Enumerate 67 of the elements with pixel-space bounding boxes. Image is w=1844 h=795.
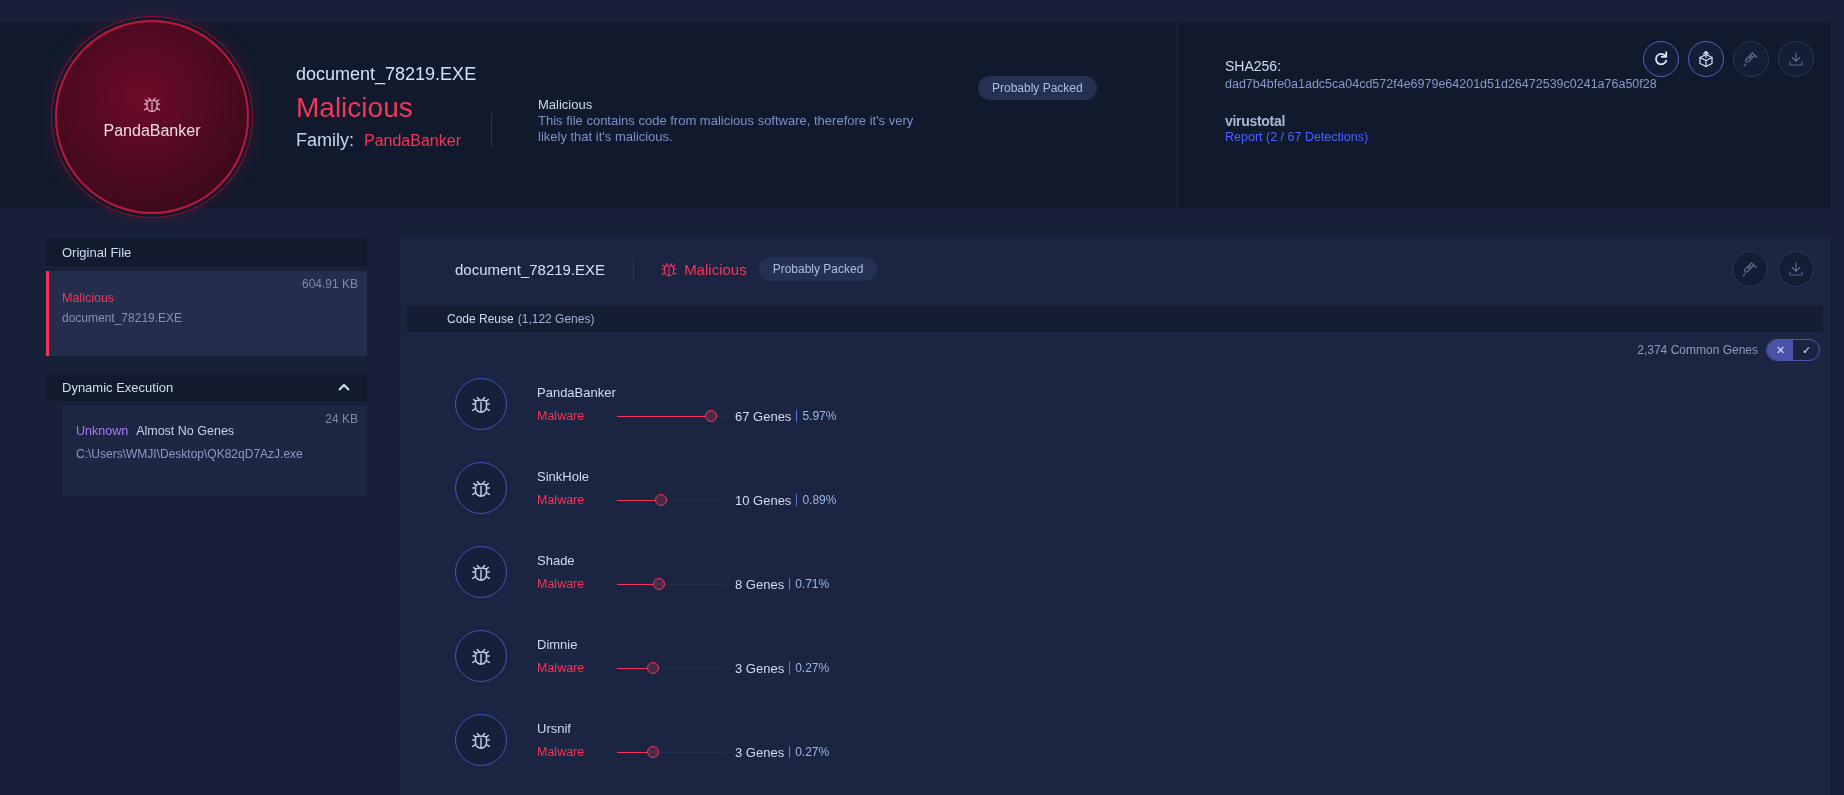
chevron-icon	[337, 382, 351, 392]
execution-card[interactable]: 24 KB Unknown Almost No Genes C:\Users\WMJI\Desktop\QK82qD7AzJ.exe	[62, 406, 367, 496]
family-type: Malware	[537, 661, 586, 675]
file-card[interactable]: 604.91 KB Malicious document_78219.EXE	[46, 271, 367, 356]
upload-icon	[1697, 50, 1715, 68]
bug-icon	[660, 260, 679, 278]
gene-count: 8 Genes	[735, 576, 785, 592]
gene-count: 3 Genes	[735, 660, 785, 676]
gene-count: 10 Genes	[735, 492, 792, 508]
box-upload-button[interactable]	[1688, 41, 1724, 77]
family-type: Malware	[537, 745, 586, 759]
gene-count: 67 Genes	[735, 408, 792, 424]
execution-note: Almost No Genes	[136, 424, 235, 438]
slider-thumb[interactable]	[653, 578, 665, 590]
execution-verdict: Unknown	[76, 424, 129, 438]
family-name: Ursnif	[537, 720, 572, 736]
gene-count: (1,122 Genes)	[517, 312, 595, 326]
family-name: PandaBanker	[537, 384, 617, 400]
family-badge-label: PandaBanker	[103, 122, 201, 140]
family-type: Malware	[537, 409, 586, 423]
report-link[interactable]: Report (2 / 67 Detections)	[1225, 130, 1657, 144]
file-name: document_78219.EXE	[455, 260, 606, 278]
download-icon	[1787, 260, 1805, 278]
description-text: This file contains code from malicious software, therefore it's very likely that it's malicious.	[538, 113, 915, 145]
file-verdict: Malicious	[62, 291, 116, 305]
family-name: SinkHole	[537, 468, 591, 484]
packed-badge: Probably Packed	[978, 76, 1097, 100]
file-size: 24 KB	[325, 412, 358, 426]
slider-thumb[interactable]	[705, 410, 717, 422]
virustotal-label: virustotal	[1225, 113, 1286, 129]
gene-count: 3 Genes	[735, 744, 785, 760]
packed-badge: Probably Packed	[758, 257, 878, 281]
gene-percent: 5.97%	[802, 409, 837, 423]
file-size: 604.91 KB	[301, 277, 358, 291]
download-icon	[1787, 50, 1805, 68]
family-label: Family:	[296, 129, 354, 151]
family-type: Malware	[537, 493, 586, 507]
family-name: Shade	[537, 552, 576, 568]
dynamic-execution-toggle[interactable]: Dynamic Execution	[46, 373, 367, 401]
verdict: Malicious	[296, 91, 414, 124]
execution-path: C:\Users\WMJI\Desktop\QK82qD7AzJ.exe	[76, 447, 304, 461]
gene-percent: 0.27%	[795, 661, 830, 675]
bug-icon	[142, 94, 162, 114]
common-genes-label: 2,374 Common Genes	[1637, 343, 1758, 357]
refresh-icon	[1652, 50, 1670, 68]
toggle-option[interactable]: ✓	[1793, 340, 1819, 360]
family-type: Malware	[537, 577, 586, 591]
gene-percent: 0.27%	[795, 745, 830, 759]
slider-thumb[interactable]	[647, 662, 659, 674]
family-name: PandaBanker	[364, 131, 461, 150]
syringe-icon	[1742, 50, 1760, 68]
syringe-icon	[1741, 260, 1759, 278]
section-title: Code Reuse	[447, 312, 514, 326]
slider-thumb[interactable]	[647, 746, 659, 758]
verdict: Malicious	[684, 260, 747, 278]
family-name: Dimnie	[537, 636, 579, 652]
slider-thumb[interactable]	[655, 494, 667, 506]
sha-value: dad7b4bfe0a1adc5ca04cd572f4e6979e64201d51d26472539c0241a76a50f28	[1225, 77, 1657, 91]
file-name: document_78219.EXE	[296, 62, 478, 86]
gene-percent: 0.71%	[795, 577, 830, 591]
section-title: Original File	[62, 244, 132, 260]
sha-label: SHA256:	[1225, 58, 1283, 74]
toggle-option[interactable]: ✕	[1767, 340, 1793, 360]
refresh-button[interactable]	[1643, 41, 1679, 77]
file-name: document_78219.EXE	[62, 311, 184, 325]
gene-percent: 0.89%	[802, 493, 837, 507]
description-title: Malicious	[538, 97, 594, 112]
